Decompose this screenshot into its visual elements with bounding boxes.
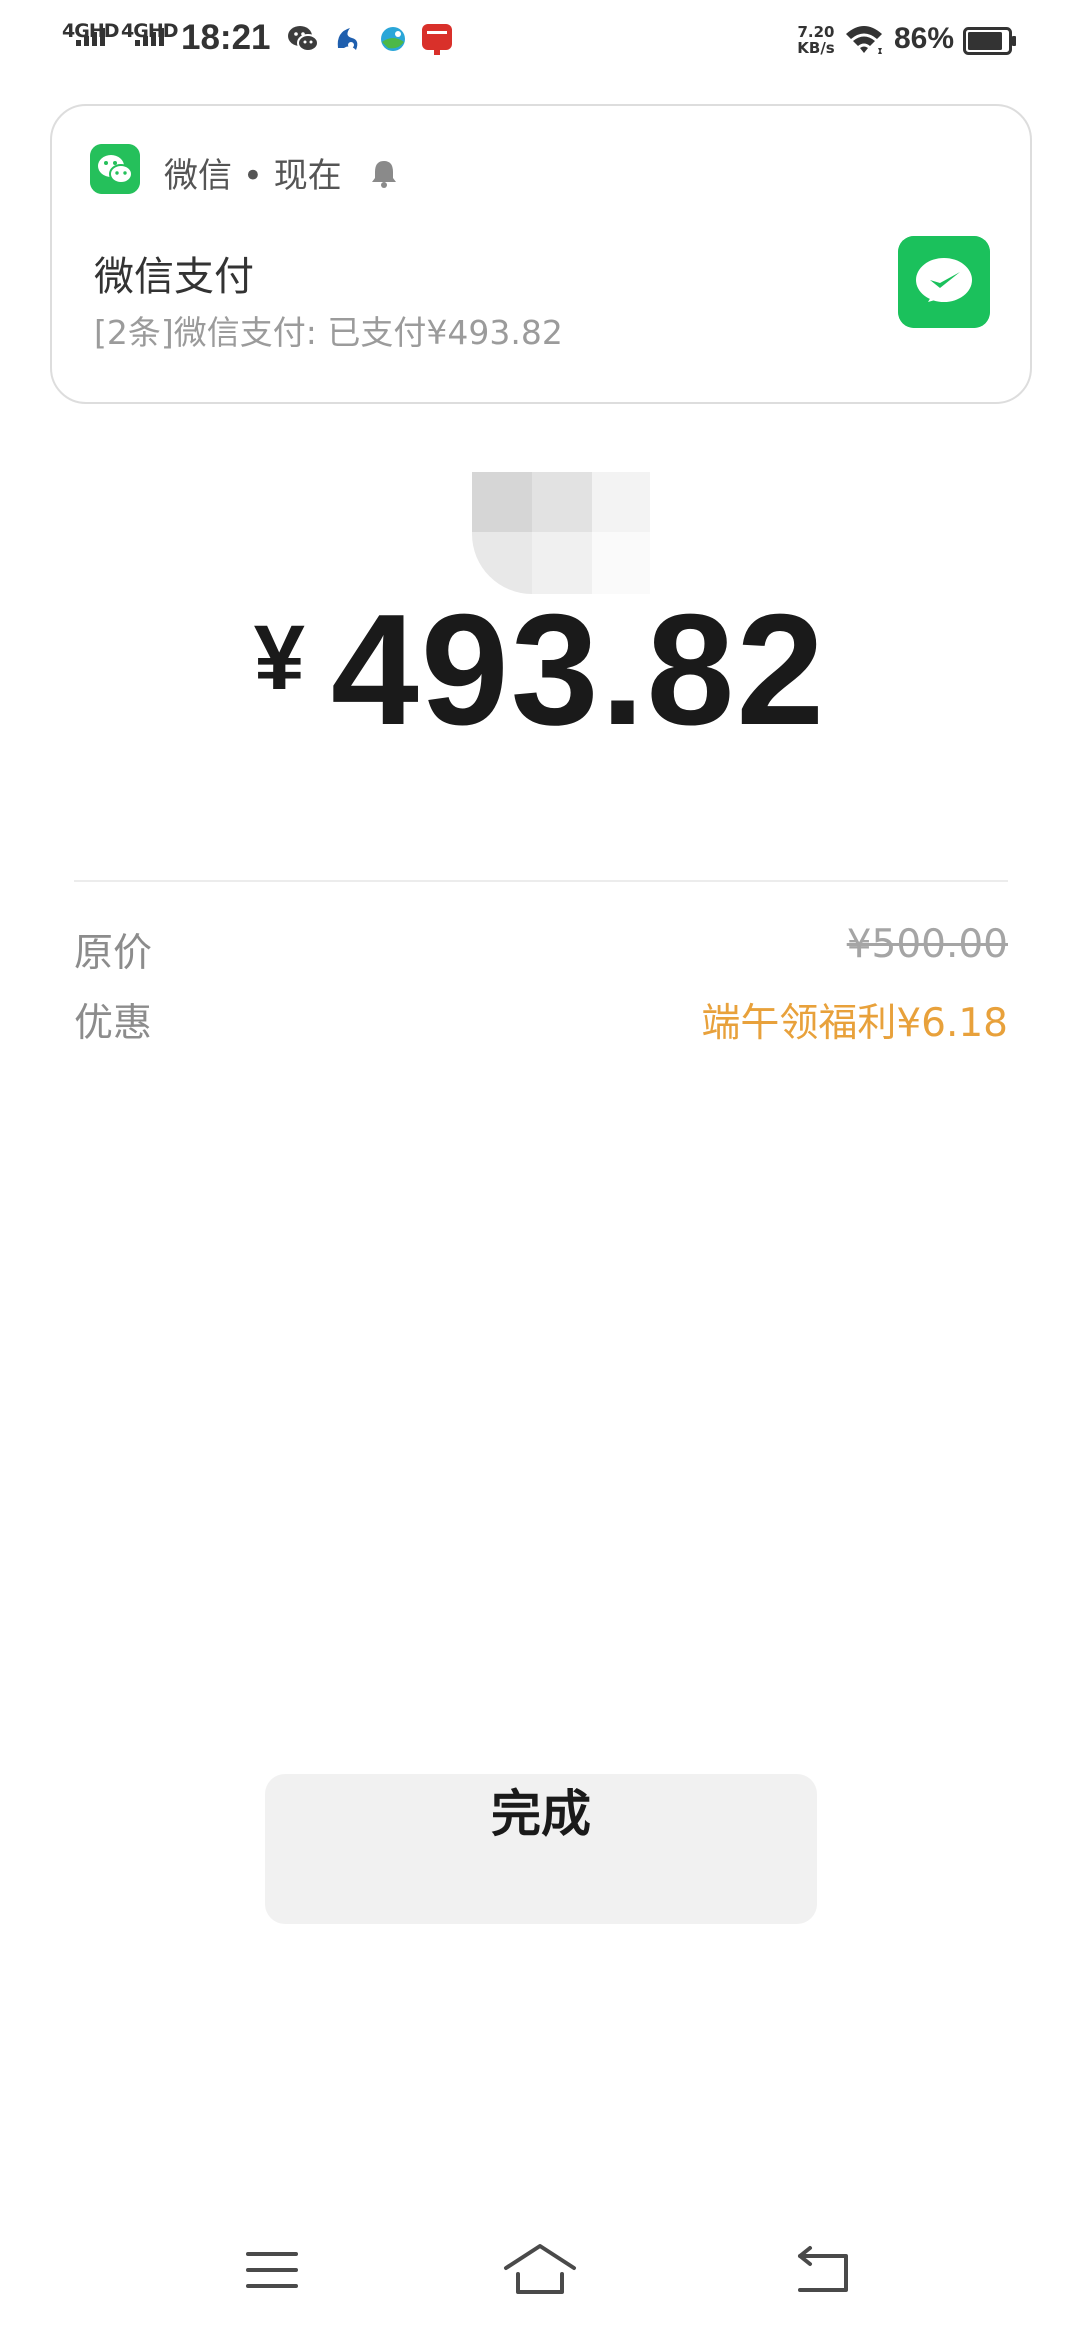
network-speed: 7.20 KB/s (790, 24, 842, 56)
discount-label: 优惠 (74, 1001, 153, 1046)
back-icon[interactable] (786, 2240, 866, 2300)
wechat-status-icon (288, 26, 319, 52)
notification-app-name: 微信 (164, 156, 232, 196)
signal-label-1: 4GHD (62, 20, 119, 42)
bell-icon (372, 161, 396, 188)
discount-value: 端午领福利¥6.18 (701, 1001, 1008, 1046)
divider (74, 880, 1008, 882)
menu-icon[interactable] (232, 2240, 312, 2300)
wechat-icon (90, 144, 140, 194)
notification-body: [2条]微信支付: 已支付¥493.82 (94, 313, 563, 352)
cell-signal-2: 4GHD (121, 20, 178, 60)
bank-app-icon (337, 28, 358, 50)
notification-app-line: 微信 • 现在 (164, 148, 342, 197)
signal-label-2: 4GHD (121, 20, 178, 42)
battery-percentage: 86% (894, 22, 955, 55)
merchant-avatar (472, 472, 650, 594)
payment-amount: ¥493.82 (0, 580, 1080, 760)
network-speed-value: 7.20 (797, 23, 835, 41)
notification-separator: • (242, 156, 263, 196)
browser-app-icon (381, 27, 405, 51)
red-app-icon (422, 24, 452, 55)
clock: 18:21 (181, 18, 271, 57)
notification-card[interactable]: 微信 • 现在 微信支付 [2条]微信支付: 已支付¥493.82 (50, 104, 1032, 404)
battery-icon (963, 27, 1016, 55)
original-price-value: ¥500.00 (846, 922, 1008, 967)
network-speed-unit: KB/s (797, 39, 835, 57)
notification-time: 现在 (273, 156, 342, 196)
wifi-icon (846, 26, 882, 54)
status-bar: 4GHD 4GHD 18:21 7.20 KB/s 86% (0, 0, 1080, 84)
home-icon[interactable] (500, 2240, 580, 2300)
notification-title: 微信支付 (94, 254, 254, 300)
currency-symbol: ¥ (253, 607, 305, 709)
cell-signal-1: 4GHD (62, 20, 119, 60)
amount-value: 493.82 (330, 582, 827, 758)
original-price-label: 原价 (74, 931, 153, 976)
wechat-pay-icon (898, 236, 990, 328)
done-button[interactable]: 完成 (265, 1774, 817, 1924)
